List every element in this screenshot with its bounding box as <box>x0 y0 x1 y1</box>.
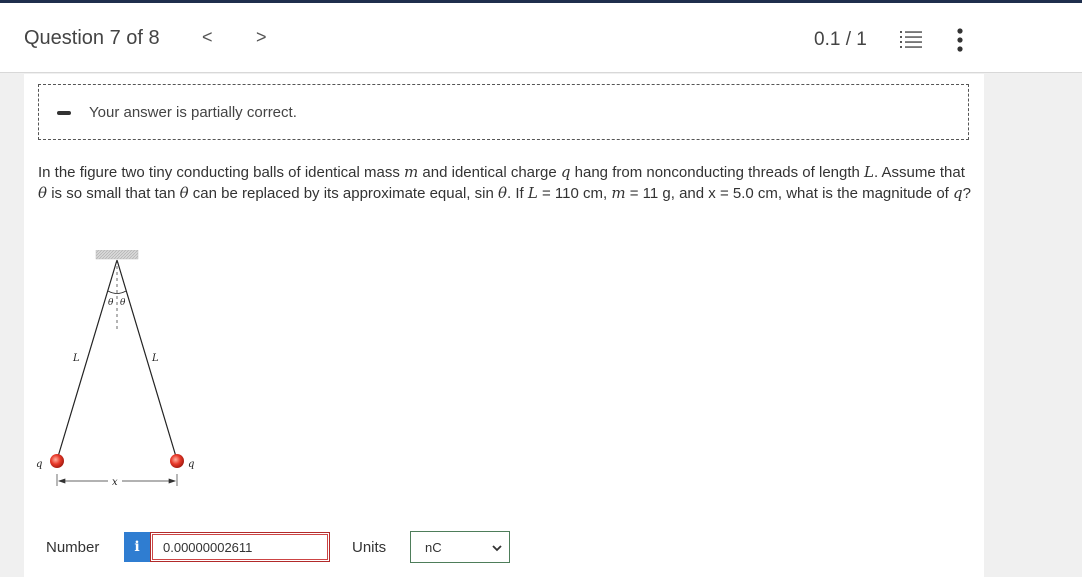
score: 0.1 / 1 <box>814 29 867 50</box>
question-header: Question 7 of 8 < > 0.1 / 1 <box>0 3 1082 73</box>
info-button[interactable]: i <box>124 532 150 562</box>
right-length-label: L <box>151 353 159 364</box>
number-input[interactable] <box>150 532 330 562</box>
left-charge-label: q <box>36 459 42 470</box>
feedback-box: Your answer is partially correct. <box>38 84 969 140</box>
left-ball <box>50 454 64 468</box>
list-icon[interactable] <box>900 29 922 51</box>
units-label: Units <box>352 539 387 556</box>
separation-label: x <box>112 477 118 488</box>
chevron-down-icon <box>492 545 502 552</box>
prev-question-button[interactable]: < <box>202 27 213 48</box>
angle-left-label: θ <box>108 298 114 308</box>
number-label: Number <box>46 539 100 556</box>
feedback-message: Your answer is partially correct. <box>89 104 297 121</box>
ceiling-support <box>95 250 139 260</box>
right-charge-label: q <box>188 459 194 470</box>
angle-right-label: θ <box>120 298 126 308</box>
answer-row: Number i Units nC <box>24 530 984 564</box>
units-selected-value: nC <box>425 540 442 555</box>
left-length-label: L <box>72 353 80 364</box>
more-vertical-icon[interactable] <box>950 27 970 53</box>
right-ball <box>170 454 184 468</box>
units-select[interactable]: nC <box>410 531 510 563</box>
partial-correct-icon <box>57 111 71 115</box>
question-title: Question 7 of 8 <box>24 27 160 49</box>
info-icon: i <box>134 539 140 555</box>
left-thread <box>56 259 118 461</box>
right-thread <box>116 259 178 461</box>
pendulum-figure: θ θ L L q q x <box>36 250 194 488</box>
next-question-button[interactable]: > <box>256 27 267 48</box>
question-content: Your answer is partially correct. In the… <box>24 74 984 577</box>
problem-statement: In the figure two tiny conducting balls … <box>38 163 971 202</box>
